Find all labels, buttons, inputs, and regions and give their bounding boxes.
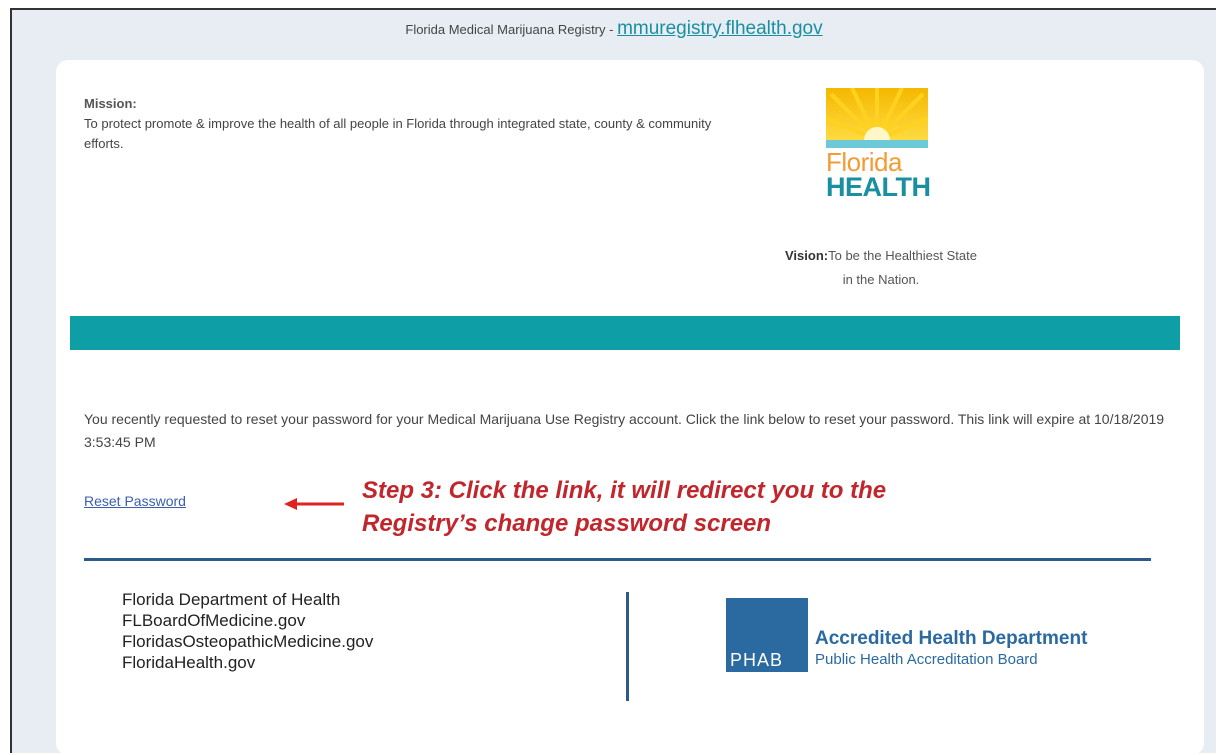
vision-block: Vision:To be the Healthiest State in the… bbox=[746, 244, 1016, 292]
footer-link-doh[interactable]: Florida Department of Health bbox=[122, 589, 373, 610]
email-header: Florida Medical Marijuana Registry - mmu… bbox=[12, 18, 1216, 40]
red-arrow-left-icon bbox=[284, 498, 344, 510]
footer-vertical-divider bbox=[626, 592, 629, 701]
reset-password-link[interactable]: Reset Password bbox=[84, 493, 186, 509]
step-annotation-line1: Step 3: Click the link, it will redirect… bbox=[362, 477, 887, 504]
header-prefix: Florida Medical Marijuana Registry - bbox=[405, 22, 618, 37]
step-annotation-line2: Registry’s change password screen bbox=[362, 510, 772, 537]
footer-link-florida-health[interactable]: FloridaHealth.gov bbox=[122, 652, 373, 673]
phab-letters: PHAB bbox=[730, 650, 784, 670]
footer-link-osteopathic[interactable]: FloridasOsteopathicMedicine.gov bbox=[122, 631, 373, 652]
phab-subtitle: Public Health Accreditation Board bbox=[815, 651, 1038, 668]
vision-text: To be the Healthiest State bbox=[828, 248, 977, 263]
step-annotation: Step 3: Click the link, it will redirect… bbox=[362, 474, 886, 540]
footer-divider bbox=[84, 558, 1151, 561]
footer-links: Florida Department of Health FLBoardOfMe… bbox=[122, 589, 373, 673]
logo-florida-word: Florida bbox=[826, 147, 902, 177]
email-frame: Florida Medical Marijuana Registry - mmu… bbox=[10, 8, 1216, 755]
mission-block: Mission: To protect promote & improve th… bbox=[84, 94, 744, 154]
teal-banner bbox=[70, 316, 1180, 350]
mission-heading: Mission: bbox=[84, 96, 137, 111]
email-card: Mission: To protect promote & improve th… bbox=[56, 60, 1204, 755]
sun-logo-icon bbox=[826, 88, 928, 148]
vision-text-line2: in the Nation. bbox=[842, 272, 920, 287]
florida-health-logo: Florida HEALTH bbox=[826, 88, 931, 202]
mission-text: To protect promote & improve the health … bbox=[84, 116, 712, 151]
phab-title: Accredited Health Department bbox=[815, 628, 1088, 649]
footer-link-board-medicine[interactable]: FLBoardOfMedicine.gov bbox=[122, 610, 373, 631]
logo-health-word: HEALTH bbox=[826, 172, 931, 202]
phab-box: PHAB bbox=[726, 598, 808, 672]
vision-label: Vision: bbox=[785, 248, 829, 263]
registry-site-link[interactable]: mmuregistry.flhealth.gov bbox=[617, 18, 823, 39]
reset-message: You recently requested to reset your pas… bbox=[84, 411, 1165, 450]
phab-logo: PHAB Accredited Health Department Public… bbox=[726, 598, 1136, 673]
